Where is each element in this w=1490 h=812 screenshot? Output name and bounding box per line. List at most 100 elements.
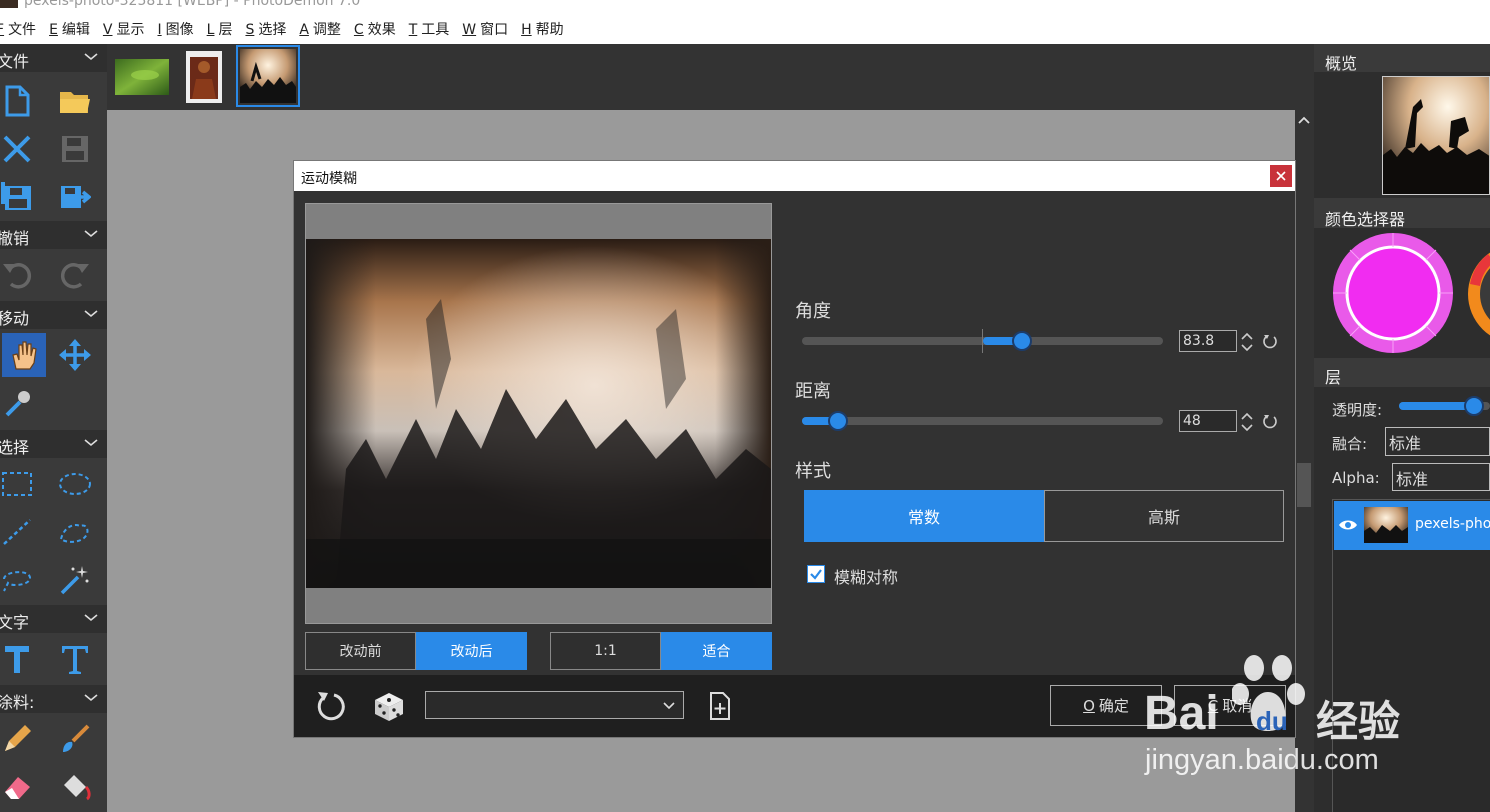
section-undo[interactable]: 撤销 xyxy=(0,221,107,249)
window-titlebar: pexels-photo-325811 [WEBP] - PhotoDemon … xyxy=(0,0,1490,14)
close-image-icon[interactable] xyxy=(0,127,39,171)
layer-row[interactable]: pexels-pho xyxy=(1334,501,1490,550)
symmetric-checkbox[interactable] xyxy=(807,565,825,583)
redo-icon[interactable] xyxy=(53,253,97,297)
menu-image[interactable]: I 图像 xyxy=(158,19,194,39)
rect-select-icon[interactable] xyxy=(0,462,39,506)
move-arrows-icon[interactable] xyxy=(53,333,97,377)
app-icon xyxy=(0,0,18,8)
left-toolbox: 文件 撤销 移动 选择 文字 涂料: xyxy=(0,44,107,812)
before-button[interactable]: 改动前 xyxy=(305,632,416,670)
watermark-brand2: du xyxy=(1256,706,1288,736)
blend-label: 融合: xyxy=(1332,435,1368,453)
section-file[interactable]: 文件 xyxy=(0,44,107,72)
save-icon[interactable] xyxy=(53,127,97,171)
undo-icon[interactable] xyxy=(0,253,39,297)
style-constant-button[interactable]: 常数 xyxy=(804,490,1044,542)
angle-slider-knob[interactable] xyxy=(1012,331,1033,351)
symmetric-label: 模糊对称 xyxy=(834,568,899,587)
eye-icon[interactable] xyxy=(1338,518,1358,532)
layers-header: 层 xyxy=(1325,368,1342,387)
after-button[interactable]: 改动后 xyxy=(416,632,527,670)
color-wheel-primary[interactable] xyxy=(1332,232,1454,354)
randomize-dice-icon[interactable] xyxy=(373,691,405,723)
paint-bucket-icon[interactable] xyxy=(53,765,97,809)
typography-tool-icon[interactable] xyxy=(53,637,97,681)
color-picker-icon[interactable] xyxy=(0,381,39,425)
zoom-1to1-button[interactable]: 1:1 xyxy=(550,632,661,670)
distance-reset-icon[interactable] xyxy=(1262,414,1278,430)
watermark-cn: 经验 xyxy=(1316,697,1401,746)
image-tabs-strip xyxy=(107,44,1314,110)
section-text[interactable]: 文字 xyxy=(0,605,107,633)
menu-layer[interactable]: L层 xyxy=(207,19,233,39)
style-gaussian-button[interactable]: 高斯 xyxy=(1044,490,1284,542)
dialog-body: 改动前 改动后 1:1 适合 角度 83.8 距离 48 样式 常数 高斯 模糊… xyxy=(294,191,1295,675)
overview-header: 概览 xyxy=(1325,54,1358,73)
menu-tools[interactable]: T 工具 xyxy=(409,19,450,39)
alpha-mode-select[interactable]: 标准 xyxy=(1392,463,1490,491)
checkmark-icon xyxy=(810,569,822,580)
export-icon[interactable] xyxy=(53,175,97,219)
distance-slider-knob[interactable] xyxy=(828,411,849,431)
angle-label: 角度 xyxy=(795,301,831,322)
section-select[interactable]: 选择 xyxy=(0,430,107,458)
ellipse-select-icon[interactable] xyxy=(53,462,97,506)
distance-slider-track[interactable] xyxy=(802,417,1163,425)
menu-file[interactable]: F 文件 xyxy=(0,19,36,39)
line-select-icon[interactable] xyxy=(0,510,39,554)
menu-select[interactable]: S 选择 xyxy=(245,19,286,39)
blend-mode-select[interactable]: 标准 xyxy=(1385,427,1490,456)
menu-window[interactable]: W 窗口 xyxy=(462,19,508,39)
paintbrush-icon[interactable] xyxy=(53,717,97,761)
section-move[interactable]: 移动 xyxy=(0,301,107,329)
chevron-up-icon[interactable] xyxy=(1298,116,1310,124)
magic-wand-icon[interactable] xyxy=(53,558,97,602)
hand-tool-icon[interactable] xyxy=(2,333,46,377)
scrollbar-thumb[interactable] xyxy=(1297,463,1311,507)
opacity-slider-knob[interactable] xyxy=(1463,396,1484,416)
overview-thumbnail[interactable] xyxy=(1382,76,1490,195)
menu-adjust[interactable]: A 调整 xyxy=(299,19,341,39)
alpha-label: Alpha: xyxy=(1332,469,1380,487)
lasso-select-icon[interactable] xyxy=(0,558,39,602)
image-thumb-3-active[interactable] xyxy=(236,45,300,107)
preset-dropdown[interactable] xyxy=(425,691,684,719)
zoom-fit-button[interactable]: 适合 xyxy=(661,632,772,670)
opacity-fill xyxy=(1399,402,1474,410)
menu-effects[interactable]: C 效果 xyxy=(354,19,396,39)
section-paint[interactable]: 涂料: xyxy=(0,685,107,713)
menu-edit[interactable]: E 编辑 xyxy=(49,19,90,39)
new-file-icon[interactable] xyxy=(0,79,39,123)
chevron-down-icon xyxy=(84,53,98,61)
polygon-lasso-icon[interactable] xyxy=(53,510,97,554)
image-thumb-2[interactable] xyxy=(184,49,224,104)
chevron-down-icon xyxy=(84,439,98,447)
watermark-url: jingyan.baidu.com xyxy=(1145,744,1379,776)
angle-input[interactable]: 83.8 xyxy=(1179,330,1237,352)
save-copy-icon[interactable] xyxy=(0,175,39,219)
distance-spinner-icon[interactable] xyxy=(1241,412,1253,432)
dialog-title: 运动模糊 xyxy=(301,171,357,187)
opacity-label: 透明度: xyxy=(1332,401,1383,419)
menu-view[interactable]: V 显示 xyxy=(103,19,145,39)
distance-label: 距离 xyxy=(795,381,831,402)
layer-name: pexels-pho xyxy=(1415,516,1490,532)
open-folder-icon[interactable] xyxy=(53,79,97,123)
eraser-icon[interactable] xyxy=(0,765,39,809)
reset-icon[interactable] xyxy=(314,690,346,722)
distance-input[interactable]: 48 xyxy=(1179,410,1237,432)
image-thumb-1[interactable] xyxy=(112,49,172,104)
close-icon xyxy=(1276,171,1286,181)
angle-spinner-icon[interactable] xyxy=(1241,332,1253,352)
menu-help[interactable]: H 帮助 xyxy=(521,19,564,39)
preview-frame[interactable] xyxy=(305,203,772,624)
angle-reset-icon[interactable] xyxy=(1262,334,1278,350)
text-tool-icon[interactable] xyxy=(0,637,39,681)
pencil-icon[interactable] xyxy=(0,717,39,761)
chevron-down-icon xyxy=(84,230,98,238)
chevron-down-icon xyxy=(84,310,98,318)
dialog-close-button[interactable] xyxy=(1270,165,1292,187)
color-wheel-secondary[interactable] xyxy=(1468,244,1490,344)
add-preset-icon[interactable] xyxy=(708,691,732,721)
